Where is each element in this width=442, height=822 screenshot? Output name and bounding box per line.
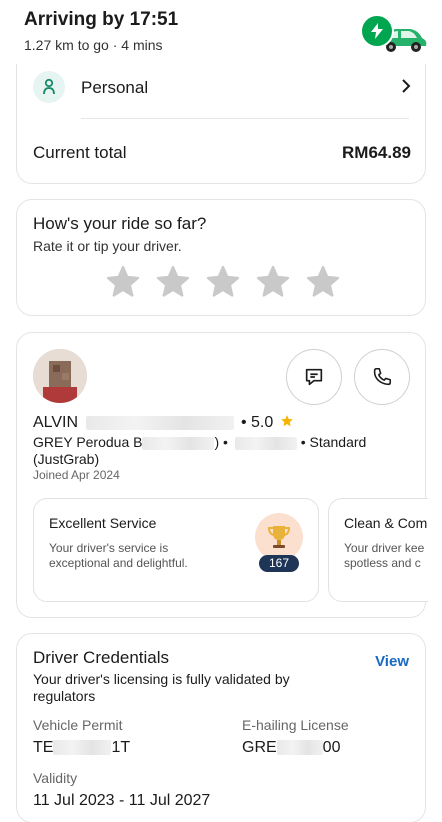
redacted-text xyxy=(85,415,234,430)
arrival-title: Arriving by 17:51 xyxy=(24,9,179,30)
rating-question: How's your ride so far? xyxy=(33,214,207,233)
chat-icon xyxy=(305,368,323,386)
credentials-description: Your driver's licensing is fully validat… xyxy=(33,671,290,704)
lightning-bolt-icon xyxy=(360,14,394,48)
vehicle-info: GREY Perodua B ) • • Standard (JustGrab) xyxy=(33,434,413,468)
driver-avatar xyxy=(33,349,87,403)
compliment-title: Clean & Com xyxy=(344,515,428,531)
validity-label: Validity xyxy=(33,770,78,786)
compliment-description: Your driver's service is exceptional and… xyxy=(49,541,188,570)
redacted-text xyxy=(276,740,323,756)
redacted-text xyxy=(142,436,215,450)
current-total-value: RM64.89 xyxy=(342,143,411,162)
ehailing-license-value: GRE 00 xyxy=(242,739,340,757)
credentials-title: Driver Credentials xyxy=(33,648,170,667)
rating-prompt: Rate it or tip your driver. xyxy=(33,238,182,254)
driver-rating: • 5.0 xyxy=(240,414,274,431)
rating-card: How's your ride so far? Rate it or tip y… xyxy=(16,199,426,316)
star-icon-4[interactable] xyxy=(255,264,291,300)
star-icon-3[interactable] xyxy=(205,264,241,300)
car-status-graphic xyxy=(360,12,428,56)
current-total-label: Current total xyxy=(33,143,127,162)
chevron-right-icon[interactable] xyxy=(401,78,411,99)
compliment-description: Your driver kee spotless and c xyxy=(344,541,425,570)
driver-name: ALVIN xyxy=(33,414,79,431)
trip-header: Arriving by 17:51 1.27 km to go · 4 mins xyxy=(0,0,442,64)
distance-eta: 1.27 km to go · 4 mins xyxy=(24,37,163,53)
payment-profile-label[interactable]: Personal xyxy=(81,78,148,98)
profile-icon xyxy=(33,71,65,103)
star-icon-1[interactable] xyxy=(105,264,141,300)
driver-card: ALVIN • 5.0 GREY Perodua B ) • • Standard… xyxy=(16,332,428,618)
vehicle-description: GREY Perodua B xyxy=(33,434,143,450)
vehicle-permit-value: TE 1T xyxy=(33,739,130,757)
star-rating xyxy=(105,264,341,300)
license-prefix: GRE xyxy=(242,739,277,756)
redacted-plate xyxy=(234,436,297,450)
compliment-title: Excellent Service xyxy=(49,515,157,531)
validity-value: 11 Jul 2023 - 11 Jul 2027 xyxy=(33,792,211,809)
call-driver-button[interactable] xyxy=(354,349,410,405)
service-type: • Standard xyxy=(300,434,367,450)
compliment-card[interactable]: Clean & Com Your driver kee spotless and… xyxy=(328,498,428,602)
divider xyxy=(81,118,409,119)
redacted-text xyxy=(53,740,112,756)
ehailing-license-label: E-hailing License xyxy=(242,717,349,733)
driver-joined-date: Joined Apr 2024 xyxy=(33,468,120,482)
star-rating-icon xyxy=(280,415,293,427)
message-driver-button[interactable] xyxy=(286,349,342,405)
phone-icon xyxy=(373,367,392,386)
view-credentials-link[interactable]: View xyxy=(375,653,409,670)
star-icon-5[interactable] xyxy=(305,264,341,300)
license-suffix: 00 xyxy=(322,739,341,756)
vehicle-permit-label: Vehicle Permit xyxy=(33,717,123,733)
compliment-count-badge: 167 xyxy=(259,555,299,572)
trophy-icon xyxy=(255,513,303,561)
permit-prefix: TE xyxy=(33,739,54,756)
service-subtype: (JustGrab) xyxy=(33,451,100,467)
driver-name-rating: ALVIN • 5.0 xyxy=(33,414,294,432)
star-icon-2[interactable] xyxy=(155,264,191,300)
vehicle-suffix: ) • xyxy=(214,434,228,450)
compliment-card[interactable]: Excellent Service Your driver's service … xyxy=(33,498,319,602)
credentials-card: Driver Credentials View Your driver's li… xyxy=(16,633,426,822)
payment-card: Personal Current total RM64.89 xyxy=(16,56,426,184)
permit-suffix: 1T xyxy=(111,739,131,756)
